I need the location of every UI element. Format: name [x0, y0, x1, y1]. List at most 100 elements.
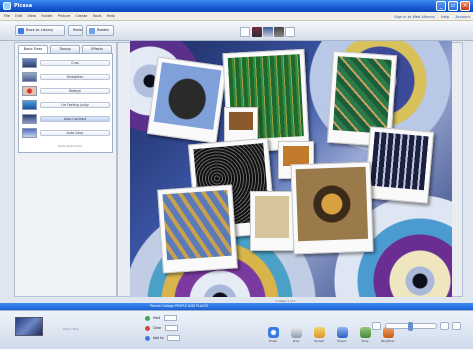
rotate-button[interactable]: Rotate — [86, 25, 114, 36]
menu-tools[interactable]: Tools — [93, 12, 102, 21]
hold-icon — [145, 315, 150, 321]
edit-tabs: Basic Fixes Tuning Effects — [18, 45, 113, 53]
menu-picture[interactable]: Picture — [58, 12, 70, 21]
auto-contrast-icon — [22, 114, 37, 124]
tray-label: Photo Tray — [63, 327, 79, 331]
edit-panel: Basic Fixes Tuning Effects Crop Straight… — [14, 42, 117, 297]
print-button[interactable]: Print — [285, 327, 307, 347]
back-to-library-button[interactable]: Back to Library — [15, 25, 65, 36]
effect-row-auto-color[interactable]: Auto Color — [22, 127, 111, 139]
crop-icon — [22, 58, 37, 68]
email-button[interactable]: Email — [262, 327, 284, 347]
tab-tuning[interactable]: Tuning — [50, 45, 80, 53]
redo-button[interactable]: Redo — [68, 25, 83, 36]
tray-header: Picture Collage PEOPLE AND PLACES — [0, 303, 473, 310]
sign-in-link[interactable]: Sign in to Web Albums — [394, 15, 435, 19]
undo-link[interactable]: Undo Auto Color — [35, 144, 105, 148]
effect-row-crop[interactable]: Crop — [22, 57, 111, 69]
window-title: Picasa — [14, 3, 33, 9]
tray-row-hold[interactable]: Hold — [145, 314, 178, 322]
photo-capacitors[interactable] — [157, 184, 238, 274]
crop-button[interactable]: Crop — [40, 60, 110, 66]
back-arrow-icon — [18, 28, 24, 34]
straighten-icon — [22, 72, 37, 82]
tab-basic-fixes[interactable]: Basic Fixes — [18, 45, 48, 53]
tray-row-clear[interactable]: Clear — [145, 324, 179, 332]
zoom-in-button[interactable] — [440, 322, 449, 330]
zoom-slider[interactable] — [385, 322, 437, 331]
add-field[interactable] — [167, 335, 181, 341]
filmstrip-thumb-1[interactable] — [252, 27, 262, 37]
redeye-icon — [22, 86, 37, 96]
redeye-button[interactable]: Redeye — [40, 88, 110, 94]
shop-button[interactable]: Shop — [354, 327, 376, 347]
menu-bar: File Edit View Folder Picture Create Too… — [0, 12, 473, 21]
add-label: Add to — [153, 336, 164, 340]
effect-row-feeling-lucky[interactable]: I'm Feeling Lucky — [22, 99, 111, 111]
add-icon — [145, 335, 150, 341]
photo-small-component[interactable] — [224, 107, 258, 143]
feeling-lucky-button[interactable]: I'm Feeling Lucky — [40, 102, 110, 108]
zoom-slider-handle[interactable] — [408, 322, 413, 331]
rotate-label: Rotate — [97, 28, 109, 32]
email-label: Email — [269, 339, 277, 343]
hold-label: Hold — [153, 316, 161, 320]
clear-field[interactable] — [165, 325, 179, 331]
menu-view[interactable]: View — [28, 12, 37, 21]
ram-image — [370, 131, 429, 191]
app-icon — [3, 2, 11, 10]
arrow-left-icon[interactable] — [240, 27, 250, 37]
chip-image — [153, 62, 222, 130]
straighten-button[interactable]: Straighten — [40, 74, 110, 80]
window-titlebar[interactable]: Picasa _ ▫ × — [0, 0, 473, 12]
toolbar: Back to Library Redo Rotate — [0, 21, 473, 41]
photo-chip[interactable] — [146, 56, 228, 144]
feeling-lucky-icon — [22, 100, 37, 110]
arrow-right-icon[interactable] — [285, 27, 295, 37]
upload-button[interactable]: Upload — [308, 327, 330, 347]
photo-processor[interactable] — [290, 161, 374, 255]
auto-color-button[interactable]: Auto Color — [40, 130, 110, 136]
tray-thumbnail[interactable] — [15, 317, 43, 336]
photo-ram[interactable] — [363, 126, 435, 204]
shop-label: Shop — [361, 339, 369, 343]
account-link[interactable]: Account — [455, 15, 470, 19]
zoom-out-button[interactable] — [372, 322, 381, 330]
clear-icon — [145, 325, 150, 331]
menu-create[interactable]: Create — [75, 12, 87, 21]
maximize-button[interactable]: ▫ — [448, 1, 458, 11]
tray-row-add[interactable]: Add to — [145, 334, 181, 342]
blogthis-label: BlogThis! — [381, 339, 395, 343]
basic-fixes-body: Crop Straighten Redeye I'm Feeling Lucky… — [18, 53, 113, 153]
tray-header-text: Picture Collage PEOPLE AND PLACES — [150, 304, 209, 308]
email-icon — [267, 327, 279, 338]
effect-row-straighten[interactable]: Straighten — [22, 71, 111, 83]
tab-effects[interactable]: Effects — [82, 45, 112, 53]
photo-tray: Photo Tray Hold Clear Add to Email Print… — [0, 310, 473, 349]
menu-file[interactable]: File — [4, 12, 10, 21]
hold-field[interactable] — [164, 315, 178, 321]
zoom-fit-button[interactable] — [452, 322, 461, 330]
menu-edit[interactable]: Edit — [15, 12, 22, 21]
help-link[interactable]: Help — [441, 15, 449, 19]
collage-canvas[interactable] — [130, 41, 452, 297]
capacitors-image — [162, 189, 232, 261]
photo-gold-pads[interactable] — [250, 191, 294, 251]
back-label: Back to Library — [26, 28, 54, 32]
export-button[interactable]: Export — [331, 327, 353, 347]
effect-row-auto-contrast[interactable]: Auto Contrast — [22, 113, 111, 125]
shop-icon — [359, 327, 371, 338]
redo-label: Redo — [73, 28, 83, 32]
minimize-button[interactable]: _ — [436, 1, 446, 11]
menu-help[interactable]: Help — [107, 12, 115, 21]
print-icon — [290, 327, 302, 338]
filmstrip-thumb-3[interactable] — [274, 27, 284, 37]
blogthis-button[interactable]: BlogThis! — [377, 327, 399, 347]
close-button[interactable]: × — [460, 1, 470, 11]
rotate-icon — [89, 28, 95, 34]
small-component-image — [229, 112, 253, 130]
menu-folder[interactable]: Folder — [41, 12, 52, 21]
auto-contrast-button[interactable]: Auto Contrast — [40, 116, 110, 122]
effect-row-redeye[interactable]: Redeye — [22, 85, 111, 97]
filmstrip-thumb-2[interactable] — [263, 27, 273, 37]
